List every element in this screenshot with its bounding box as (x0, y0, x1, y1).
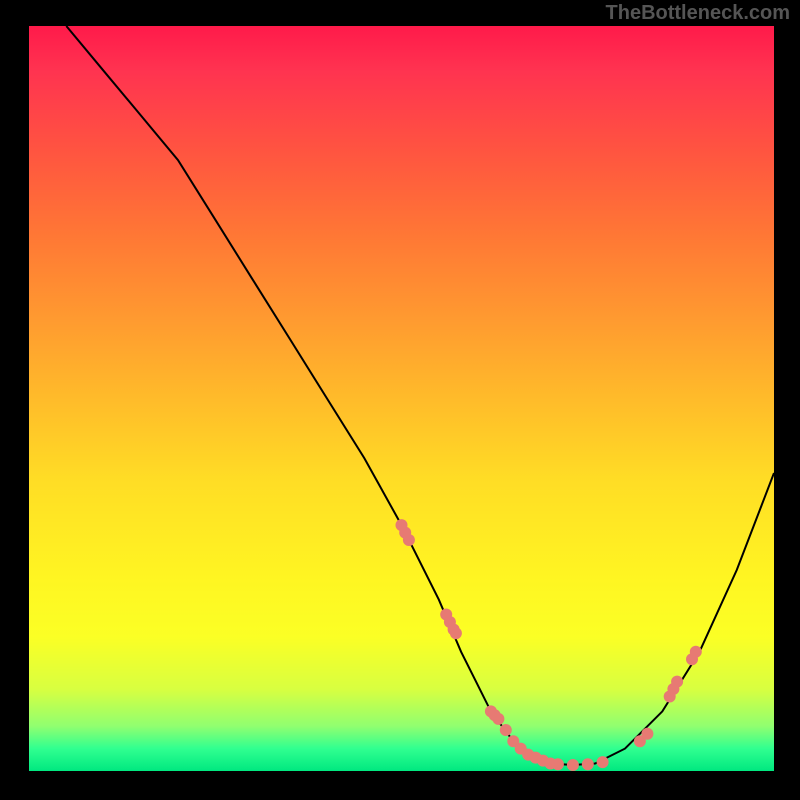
data-marker (671, 676, 683, 688)
data-marker (597, 756, 609, 768)
bottleneck-curve (66, 26, 774, 765)
data-marker (641, 728, 653, 740)
data-marker (403, 534, 415, 546)
data-marker (492, 713, 504, 725)
data-markers (396, 519, 702, 771)
data-marker (552, 758, 564, 770)
data-marker (500, 724, 512, 736)
watermark-text: TheBottleneck.com (606, 2, 790, 25)
data-marker (567, 759, 579, 771)
data-marker (690, 646, 702, 658)
data-marker (582, 758, 594, 770)
chart-svg (29, 26, 774, 771)
chart-plot-area (29, 26, 774, 771)
data-marker (450, 627, 462, 639)
